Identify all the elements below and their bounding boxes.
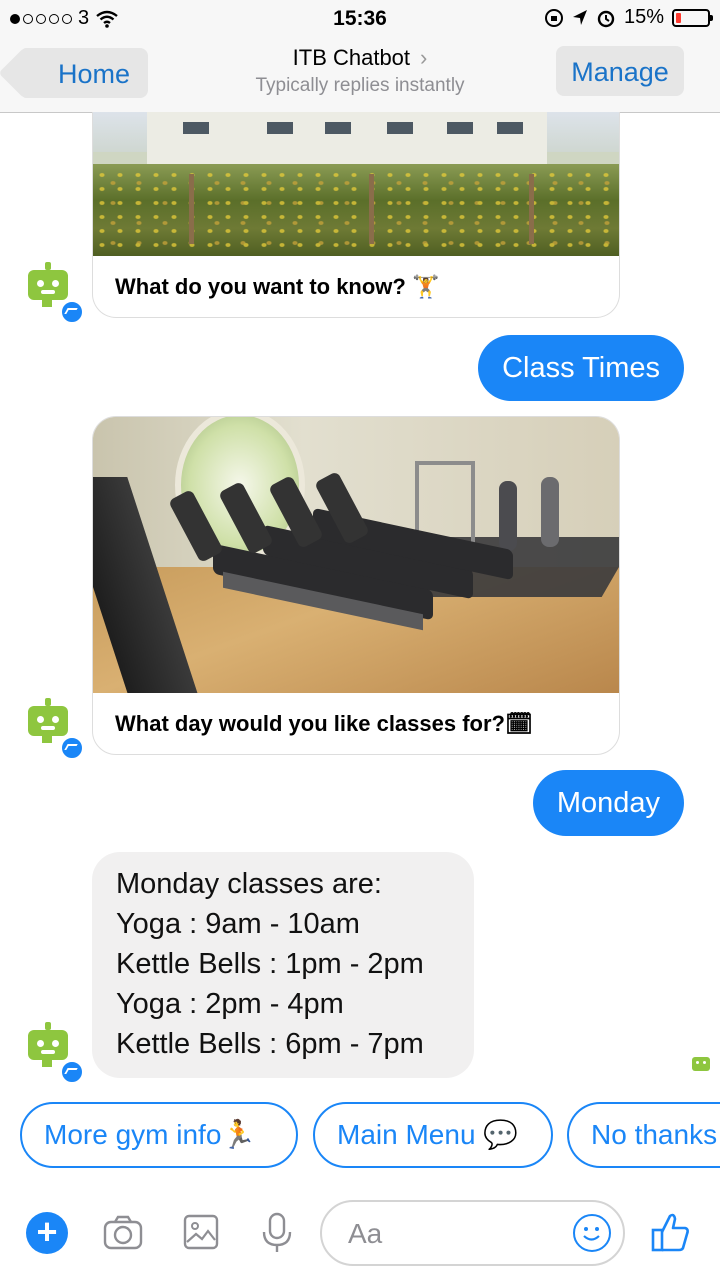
- status-bar: 3 15:36 15%: [0, 0, 720, 36]
- gallery-icon[interactable]: [181, 1212, 221, 1254]
- card-caption: What do you want to know? 🏋: [115, 274, 440, 299]
- bot-message-line: Kettle Bells : 1pm - 2pm: [116, 948, 424, 980]
- card-caption: What day would you like classes for?🗓: [115, 711, 533, 736]
- read-receipt-icon: [688, 1050, 714, 1076]
- messenger-badge-icon: [60, 1060, 84, 1084]
- bot-avatar-icon: [26, 698, 68, 743]
- emoji-icon[interactable]: [573, 1214, 611, 1252]
- add-button[interactable]: +: [26, 1212, 68, 1254]
- camera-icon[interactable]: [103, 1212, 143, 1254]
- quick-reply-more-gym-info[interactable]: More gym info🏃: [20, 1102, 298, 1168]
- user-message: Monday: [532, 770, 684, 836]
- battery-percent: 15%: [623, 6, 664, 28]
- bot-message-line: Monday classes are:: [116, 868, 382, 900]
- location-icon: [572, 9, 587, 25]
- quick-reply-no-thanks[interactable]: No thanks: [567, 1102, 720, 1168]
- manage-button[interactable]: Manage: [556, 46, 684, 96]
- bot-card-campus: What do you want to know? 🏋: [92, 112, 620, 318]
- alarm-icon: [597, 10, 615, 27]
- battery-icon: [672, 8, 713, 27]
- gym-treadmills-image: [93, 417, 619, 693]
- user-message: Class Times: [478, 335, 684, 401]
- bot-avatar-icon: [26, 262, 68, 307]
- messenger-badge-icon: [60, 736, 84, 760]
- campus-garden-image: [93, 112, 619, 256]
- microphone-icon[interactable]: [257, 1212, 297, 1254]
- manage-label: Manage: [571, 57, 669, 87]
- quick-reply-main-menu[interactable]: Main Menu 💬: [313, 1102, 553, 1168]
- message-input[interactable]: Aa: [320, 1200, 625, 1266]
- bot-avatar-icon: [26, 1022, 68, 1067]
- bot-message-line: Kettle Bells : 6pm - 7pm: [116, 1028, 424, 1060]
- rotation-lock-icon: [544, 8, 563, 27]
- chat-title-text: ITB Chatbot: [292, 45, 411, 70]
- navigation-bar: Home ITB Chatbot › Typically replies inst…: [0, 36, 720, 113]
- chevron-right-icon: ›: [420, 45, 428, 70]
- thumbs-up-icon[interactable]: [650, 1210, 692, 1254]
- bot-message-line: Yoga : 2pm - 4pm: [116, 988, 344, 1020]
- messenger-badge-icon: [60, 300, 84, 324]
- bot-message: Monday classes are: Yoga : 9am - 10am Ke…: [92, 852, 474, 1078]
- bot-card-gym: What day would you like classes for?🗓: [92, 416, 620, 755]
- status-right: 15%: [544, 6, 713, 29]
- message-placeholder: Aa: [348, 1218, 383, 1249]
- bot-message-line: Yoga : 9am - 10am: [116, 908, 360, 940]
